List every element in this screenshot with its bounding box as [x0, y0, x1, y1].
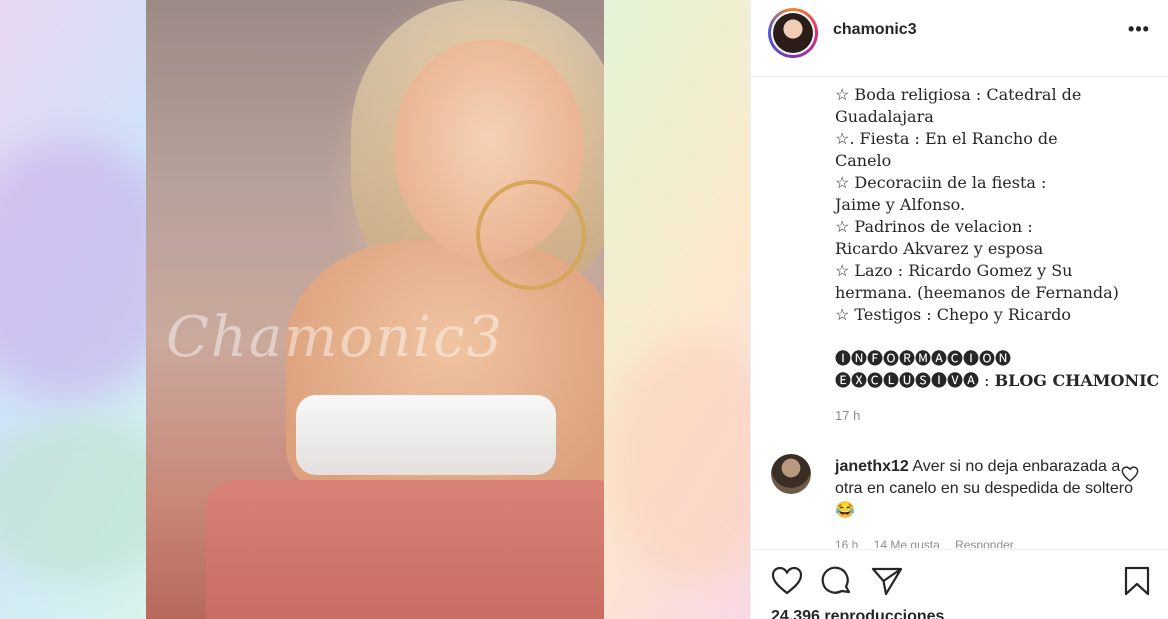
video-watermark: Chamonic3: [166, 305, 505, 370]
caption-info-line: 🅔🅧🅒🅛🅤🅢🅘🅥🅐 : BLOG CHAMONIC: [835, 370, 1159, 392]
caption-line: ☆ Padrinos de velacion :: [835, 217, 1033, 236]
comment-reply-button[interactable]: Responder: [955, 538, 1014, 548]
background-blur: [610, 340, 750, 580]
caption-line: Guadalajara: [835, 107, 934, 126]
paper-plane-icon[interactable]: [871, 566, 903, 596]
commenter-avatar[interactable]: [771, 454, 811, 494]
caption-line: Jaime y Alfonso.: [835, 195, 966, 214]
caption-line: Ricardo Akvarez y esposa: [835, 239, 1044, 258]
video-player[interactable]: Chamonic3: [146, 0, 604, 619]
caption-line: ☆ Lazo : Ricardo Gomez y Su: [835, 261, 1073, 280]
caption-line: hermana. (heemanos de Fernanda): [835, 283, 1119, 302]
caption-line: ☆ Boda religiosa : Catedral de: [835, 85, 1082, 104]
caption-line: ☆ Testigos : Chepo y Ricardo: [835, 305, 1072, 324]
avatar-image: [773, 13, 813, 53]
post-caption: ☆ Boda religiosa : Catedral de Guadalaja…: [835, 84, 1159, 392]
heart-icon[interactable]: [771, 566, 803, 596]
post-side-panel: chamonic3 ••• ☆ Boda religiosa : Catedra…: [750, 0, 1168, 619]
author-avatar[interactable]: [768, 8, 818, 58]
caption-info-blog: BLOG CHAMONIC: [994, 371, 1160, 390]
commenter-username[interactable]: janethx12: [835, 458, 909, 475]
post-actions-bar: 24.396 reproducciones: [751, 549, 1168, 619]
comment-icon[interactable]: [821, 566, 853, 596]
comment-meta: 16 h 14 Me gusta Responder: [835, 538, 1026, 548]
view-count[interactable]: 24.396 reproducciones: [771, 608, 944, 619]
comment-like-heart-icon[interactable]: [1121, 466, 1139, 482]
comments-scroll-area[interactable]: ☆ Boda religiosa : Catedral de Guadalaja…: [751, 78, 1168, 548]
comment-time: 16 h: [835, 538, 859, 548]
comment-body: janethx12 Aver si no deja enbarazada a o…: [835, 456, 1135, 522]
caption-info-line: 🅘🅝🅕🅞🅡🅜🅐🅒🅘🅞🅝: [835, 349, 1012, 368]
video-content: [476, 180, 586, 290]
post-media[interactable]: Chamonic3: [0, 0, 750, 619]
bookmark-icon[interactable]: [1121, 566, 1153, 596]
comment-likes[interactable]: 14 Me gusta: [874, 538, 940, 548]
author-username[interactable]: chamonic3: [833, 21, 917, 39]
caption-line: Canelo: [835, 151, 892, 170]
more-options-button[interactable]: •••: [1127, 20, 1151, 42]
video-content: [296, 395, 556, 475]
post-header: chamonic3 •••: [751, 0, 1168, 77]
video-content: [206, 480, 604, 619]
caption-line: ☆ Decoraciin de la fiesta :: [835, 173, 1047, 192]
post-timestamp[interactable]: 17 h: [835, 408, 860, 423]
caption-line: ☆. Fiesta : En el Rancho de: [835, 129, 1058, 148]
avatar-frame: [771, 11, 815, 55]
caption-info-prefix: 🅔🅧🅒🅛🅤🅢🅘🅥🅐 :: [835, 371, 995, 390]
